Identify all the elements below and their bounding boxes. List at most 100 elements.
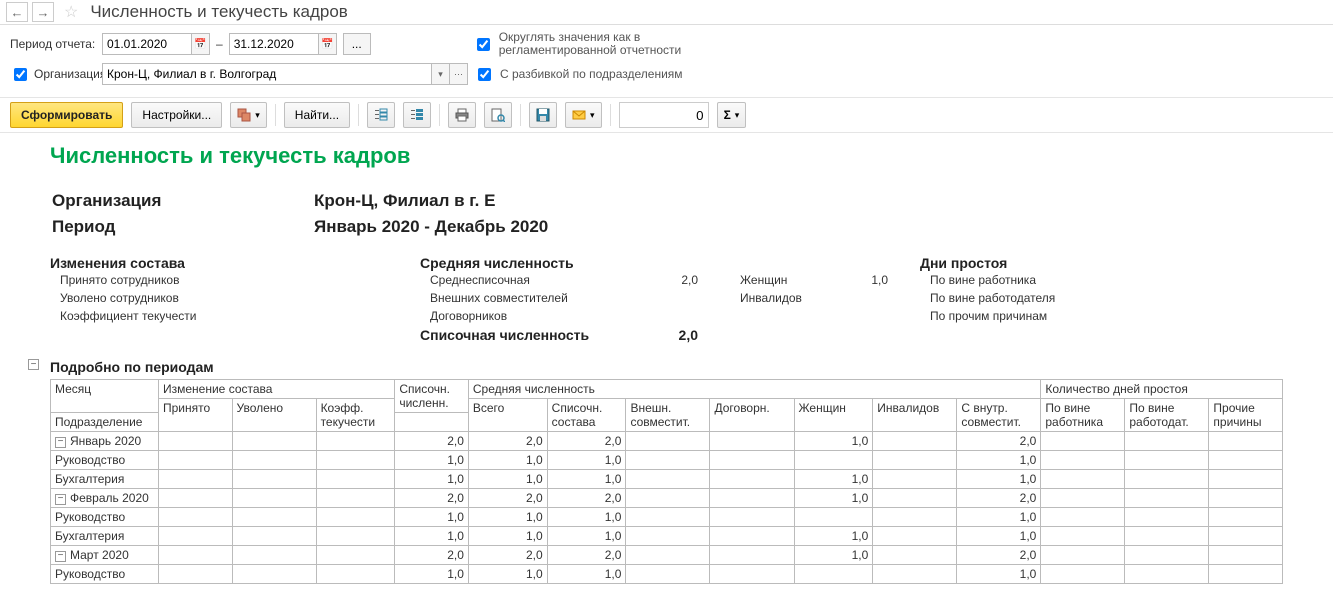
format-button[interactable]: Сформировать: [10, 102, 123, 128]
by-dept-checkbox[interactable]: [478, 68, 491, 81]
cell: 1,0: [957, 508, 1041, 527]
date-to-input[interactable]: [229, 33, 319, 55]
org-select-icon[interactable]: ⋯: [450, 63, 468, 85]
summary-hired-label: Принято сотрудников: [60, 273, 388, 287]
page-title: Численность и текучесть кадров: [88, 2, 348, 22]
cell: 1,0: [957, 565, 1041, 584]
detail-table: Месяц Изменение состава Списочн. численн…: [50, 379, 1283, 584]
cell: 1,0: [547, 508, 626, 527]
cell: [1041, 432, 1125, 451]
cell: [710, 546, 794, 565]
cell: 1,0: [794, 489, 873, 508]
cell: [626, 508, 710, 527]
cell: [873, 451, 957, 470]
cell: 1,0: [468, 508, 547, 527]
table-row[interactable]: Руководство1,01,01,01,0: [51, 508, 1283, 527]
org-input[interactable]: [102, 63, 432, 85]
table-row[interactable]: −Январь 20202,02,02,01,02,0: [51, 432, 1283, 451]
summary-disabled-label: Инвалидов: [740, 291, 888, 305]
cell: [316, 508, 395, 527]
print-preview-icon[interactable]: [484, 102, 512, 128]
row-label: Январь 2020: [70, 434, 141, 448]
row-expand-icon[interactable]: −: [55, 551, 66, 562]
cell: 2,0: [395, 546, 469, 565]
meta-org-label: Организация: [52, 189, 312, 213]
cell: [232, 565, 316, 584]
cell: 1,0: [957, 451, 1041, 470]
th-list-count: Списочн. численн.: [395, 380, 469, 413]
th-hired: Принято: [159, 399, 233, 432]
cell: 2,0: [547, 546, 626, 565]
period-more-button[interactable]: ...: [343, 33, 371, 55]
find-button[interactable]: Найти...: [284, 102, 350, 128]
email-icon[interactable]: ▾: [565, 102, 602, 128]
summary-women-label: Женщин: [740, 273, 838, 287]
cell: [710, 508, 794, 527]
cell: 2,0: [468, 489, 547, 508]
row-label: Бухгалтерия: [55, 472, 124, 486]
summary-col1-heading: Изменения состава: [50, 255, 390, 271]
table-row[interactable]: Руководство1,01,01,01,0: [51, 451, 1283, 470]
cell: [1041, 546, 1125, 565]
cell: [1125, 432, 1209, 451]
cell: [1041, 508, 1125, 527]
summary-fired-label: Уволено сотрудников: [60, 291, 388, 305]
cell: [159, 432, 233, 451]
cell: [873, 565, 957, 584]
favorite-star-icon[interactable]: ☆: [58, 2, 84, 22]
date-to-calendar-icon[interactable]: 📅: [319, 33, 337, 55]
table-row[interactable]: −Февраль 20202,02,02,01,02,0: [51, 489, 1283, 508]
cell: [159, 527, 233, 546]
meta-org-value: Крон-Ц, Филиал в г. Е: [314, 189, 548, 213]
settings-button[interactable]: Настройки...: [131, 102, 222, 128]
cell: [232, 508, 316, 527]
th-dept: Подразделение: [51, 413, 159, 432]
date-separator: –: [216, 37, 223, 51]
cell: [626, 565, 710, 584]
table-row[interactable]: Бухгалтерия1,01,01,01,01,0: [51, 527, 1283, 546]
th-month: Месяц: [51, 380, 159, 413]
print-icon[interactable]: [448, 102, 476, 128]
cell: [626, 432, 710, 451]
date-from-input[interactable]: [102, 33, 192, 55]
row-expand-icon[interactable]: −: [55, 437, 66, 448]
summary-avg-list-label: Среднесписочная: [430, 273, 648, 287]
th-coef: Коэфф. текучести: [316, 399, 395, 432]
cell: 2,0: [468, 432, 547, 451]
th-total: Всего: [468, 399, 547, 432]
cell: [626, 527, 710, 546]
round-checkbox[interactable]: [477, 38, 490, 51]
cell: [316, 546, 395, 565]
cell: [316, 470, 395, 489]
meta-period-value: Январь 2020 - Декабрь 2020: [314, 215, 548, 239]
cell: 1,0: [395, 508, 469, 527]
nav-back-button[interactable]: ←: [6, 2, 28, 22]
cell: [873, 527, 957, 546]
org-checkbox[interactable]: [14, 68, 27, 81]
table-row[interactable]: Руководство1,01,01,01,0: [51, 565, 1283, 584]
cell: 1,0: [547, 565, 626, 584]
th-disabled: Инвалидов: [873, 399, 957, 432]
sum-icon[interactable]: Σ▾: [717, 102, 747, 128]
org-dropdown-icon[interactable]: ▾: [432, 63, 450, 85]
collapse-all-icon[interactable]: [403, 102, 431, 128]
settings-variants-icon[interactable]: ▾: [230, 102, 267, 128]
th-idle: Количество дней простоя: [1041, 380, 1283, 399]
table-row[interactable]: Бухгалтерия1,01,01,01,01,0: [51, 470, 1283, 489]
round-label: Округлять значения как в регламентирован…: [499, 31, 729, 57]
save-icon[interactable]: [529, 102, 557, 128]
cell: 1,0: [794, 432, 873, 451]
summary-women-value: 1,0: [838, 273, 888, 287]
row-label: Февраль 2020: [70, 491, 149, 505]
expand-all-icon[interactable]: [367, 102, 395, 128]
cell: [1125, 451, 1209, 470]
cell: [1209, 489, 1283, 508]
row-expand-icon[interactable]: −: [55, 494, 66, 505]
value-input[interactable]: [619, 102, 709, 128]
nav-forward-button[interactable]: →: [32, 2, 54, 22]
date-from-calendar-icon[interactable]: 📅: [192, 33, 210, 55]
cell: [316, 432, 395, 451]
table-row[interactable]: −Март 20202,02,02,01,02,0: [51, 546, 1283, 565]
row-label: Бухгалтерия: [55, 529, 124, 543]
tree-collapse-icon[interactable]: −: [28, 359, 39, 370]
